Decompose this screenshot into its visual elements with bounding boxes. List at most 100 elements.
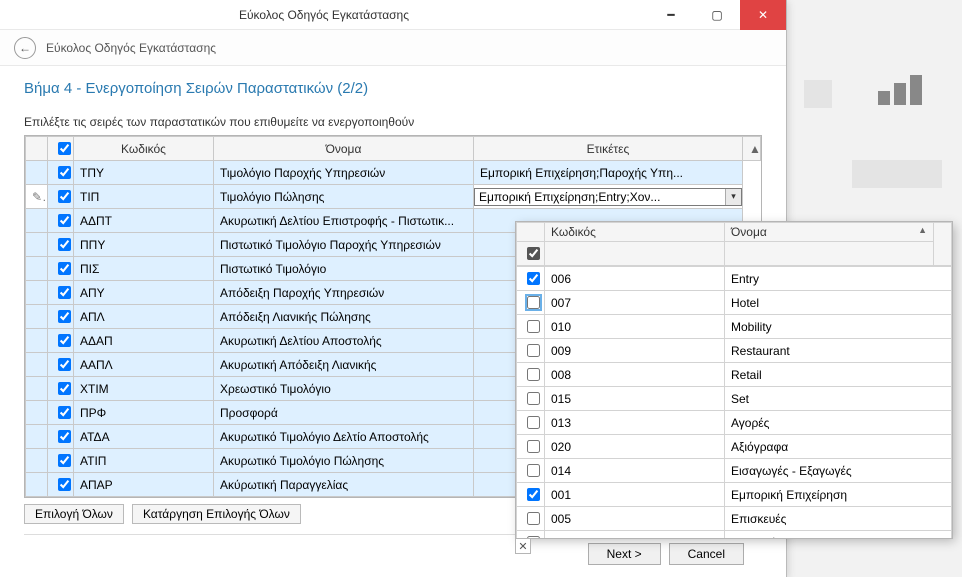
cancel-button[interactable]: Cancel — [669, 543, 744, 565]
code-cell[interactable]: ΑΔΠΤ — [74, 209, 214, 233]
code-cell[interactable]: ΑΠΑΡ — [74, 473, 214, 497]
popup-filter-name[interactable] — [725, 242, 934, 266]
lookup-name-cell[interactable]: Mobility — [725, 315, 952, 339]
back-button[interactable]: ← — [14, 37, 36, 59]
clear-all-button[interactable]: Κατάργηση Επιλογής Όλων — [132, 504, 301, 524]
select-all-button[interactable]: Επιλογή Όλων — [24, 504, 124, 524]
row-checkbox-cell[interactable] — [48, 209, 74, 233]
grid-scrollbar[interactable]: ▲ — [743, 137, 761, 161]
row-checkbox-cell[interactable] — [48, 353, 74, 377]
lookup-name-cell[interactable]: Εισαγωγές - Εξαγωγές — [725, 459, 952, 483]
lookup-name-cell[interactable]: Set — [725, 387, 952, 411]
popup-check-header[interactable] — [517, 223, 545, 242]
code-cell[interactable]: ΤΙΠ — [74, 185, 214, 209]
code-cell[interactable]: ΑΠΛ — [74, 305, 214, 329]
popup-filter-code[interactable] — [545, 242, 725, 266]
popup-filter-check[interactable] — [517, 242, 545, 266]
name-cell[interactable]: Απόδειξη Λιανικής Πώλησης — [214, 305, 474, 329]
lookup-code-cell[interactable]: 014 — [545, 459, 725, 483]
lookup-name-cell[interactable]: Εμπορική Επιχείρηση — [725, 483, 952, 507]
lookup-checkbox-cell[interactable] — [517, 531, 545, 539]
lookup-row[interactable]: 006Entry — [517, 267, 952, 291]
name-cell[interactable]: Ακυρωτικό Τιμολόγιο Δελτίο Αποστολής — [214, 425, 474, 449]
name-cell[interactable]: Πιστωτικό Τιμολόγιο Παροχής Υπηρεσιών — [214, 233, 474, 257]
lookup-checkbox[interactable] — [527, 488, 540, 501]
lookup-row[interactable]: 018Κοστολόγηση — [517, 531, 952, 539]
close-button[interactable]: ✕ — [740, 0, 786, 30]
lookup-code-cell[interactable]: 007 — [545, 291, 725, 315]
lookup-checkbox-cell[interactable] — [517, 267, 545, 291]
code-cell[interactable]: ΑΑΠΛ — [74, 353, 214, 377]
lookup-checkbox[interactable] — [527, 368, 540, 381]
code-cell[interactable]: ΠΠΥ — [74, 233, 214, 257]
row-checkbox-cell[interactable] — [48, 161, 74, 185]
lookup-code-cell[interactable]: 005 — [545, 507, 725, 531]
row-checkbox-cell[interactable] — [48, 401, 74, 425]
name-cell[interactable]: Ακύρωτική Παραγγελίας — [214, 473, 474, 497]
lookup-name-cell[interactable]: Hotel — [725, 291, 952, 315]
lookup-checkbox-cell[interactable] — [517, 363, 545, 387]
lookup-row[interactable]: 010Mobility — [517, 315, 952, 339]
lookup-row[interactable]: 005Επισκευές — [517, 507, 952, 531]
lookup-row[interactable]: 013Αγορές — [517, 411, 952, 435]
row-checkbox[interactable] — [58, 262, 71, 275]
row-checkbox[interactable] — [58, 286, 71, 299]
lookup-checkbox-cell[interactable] — [517, 507, 545, 531]
lookup-row[interactable]: 008Retail — [517, 363, 952, 387]
code-cell[interactable]: ΧΤΙΜ — [74, 377, 214, 401]
row-checkbox[interactable] — [58, 166, 71, 179]
popup-close-button[interactable]: ✕ — [515, 538, 531, 554]
minimize-button[interactable]: ━ — [648, 0, 694, 30]
row-checkbox[interactable] — [58, 214, 71, 227]
code-cell[interactable]: ΑΤΔΑ — [74, 425, 214, 449]
row-checkbox[interactable] — [58, 406, 71, 419]
lookup-code-cell[interactable]: 009 — [545, 339, 725, 363]
lookup-checkbox-cell[interactable] — [517, 459, 545, 483]
lookup-checkbox[interactable] — [527, 392, 540, 405]
row-checkbox-cell[interactable] — [48, 473, 74, 497]
lookup-code-cell[interactable]: 020 — [545, 435, 725, 459]
checkbox-header[interactable] — [48, 137, 74, 161]
lookup-checkbox[interactable] — [527, 440, 540, 453]
popup-name-header[interactable]: Όνομα ▲ — [725, 223, 934, 242]
code-cell[interactable]: ΠΡΦ — [74, 401, 214, 425]
lookup-name-cell[interactable]: Αξιόγραφα — [725, 435, 952, 459]
row-checkbox[interactable] — [58, 478, 71, 491]
row-checkbox-cell[interactable] — [48, 233, 74, 257]
lookup-code-cell[interactable]: 001 — [545, 483, 725, 507]
lookup-code-cell[interactable]: 013 — [545, 411, 725, 435]
row-checkbox-cell[interactable] — [48, 425, 74, 449]
maximize-button[interactable]: ▢ — [694, 0, 740, 30]
lookup-checkbox[interactable] — [527, 344, 540, 357]
row-checkbox-cell[interactable] — [48, 449, 74, 473]
name-cell[interactable]: Πιστωτικό Τιμολόγιο — [214, 257, 474, 281]
row-checkbox[interactable] — [58, 190, 71, 203]
lookup-checkbox-cell[interactable] — [517, 483, 545, 507]
row-checkbox-cell[interactable] — [48, 305, 74, 329]
lookup-code-cell[interactable]: 008 — [545, 363, 725, 387]
row-checkbox[interactable] — [58, 454, 71, 467]
row-checkbox-cell[interactable] — [48, 281, 74, 305]
lookup-row[interactable]: 007Hotel — [517, 291, 952, 315]
lookup-checkbox-cell[interactable] — [517, 291, 545, 315]
row-checkbox[interactable] — [58, 358, 71, 371]
lookup-checkbox-cell[interactable] — [517, 315, 545, 339]
name-cell[interactable]: Τιμολόγιο Πώλησης — [214, 185, 474, 209]
name-cell[interactable]: Ακυρωτική Δελτίου Επιστροφής - Πιστωτικ.… — [214, 209, 474, 233]
lookup-name-cell[interactable]: Restaurant — [725, 339, 952, 363]
lookup-checkbox[interactable] — [527, 416, 540, 429]
name-cell[interactable]: Ακυρωτική Απόδειξη Λιανικής — [214, 353, 474, 377]
code-cell[interactable]: ΤΠΥ — [74, 161, 214, 185]
row-checkbox-cell[interactable] — [48, 257, 74, 281]
lookup-code-cell[interactable]: 010 — [545, 315, 725, 339]
chevron-down-icon[interactable]: ▾ — [725, 189, 741, 205]
popup-code-header[interactable]: Κωδικός — [545, 223, 725, 242]
lookup-checkbox-cell[interactable] — [517, 339, 545, 363]
lookup-checkbox[interactable] — [527, 296, 540, 309]
lookup-name-cell[interactable]: Επισκευές — [725, 507, 952, 531]
row-checkbox-cell[interactable] — [48, 329, 74, 353]
table-row[interactable]: ✎ΤΙΠΤιμολόγιο ΠώλησηςΕμπορική Επιχείρηση… — [26, 185, 761, 209]
code-cell[interactable]: ΑΤΙΠ — [74, 449, 214, 473]
lookup-row[interactable]: 014Εισαγωγές - Εξαγωγές — [517, 459, 952, 483]
lookup-checkbox[interactable] — [527, 320, 540, 333]
